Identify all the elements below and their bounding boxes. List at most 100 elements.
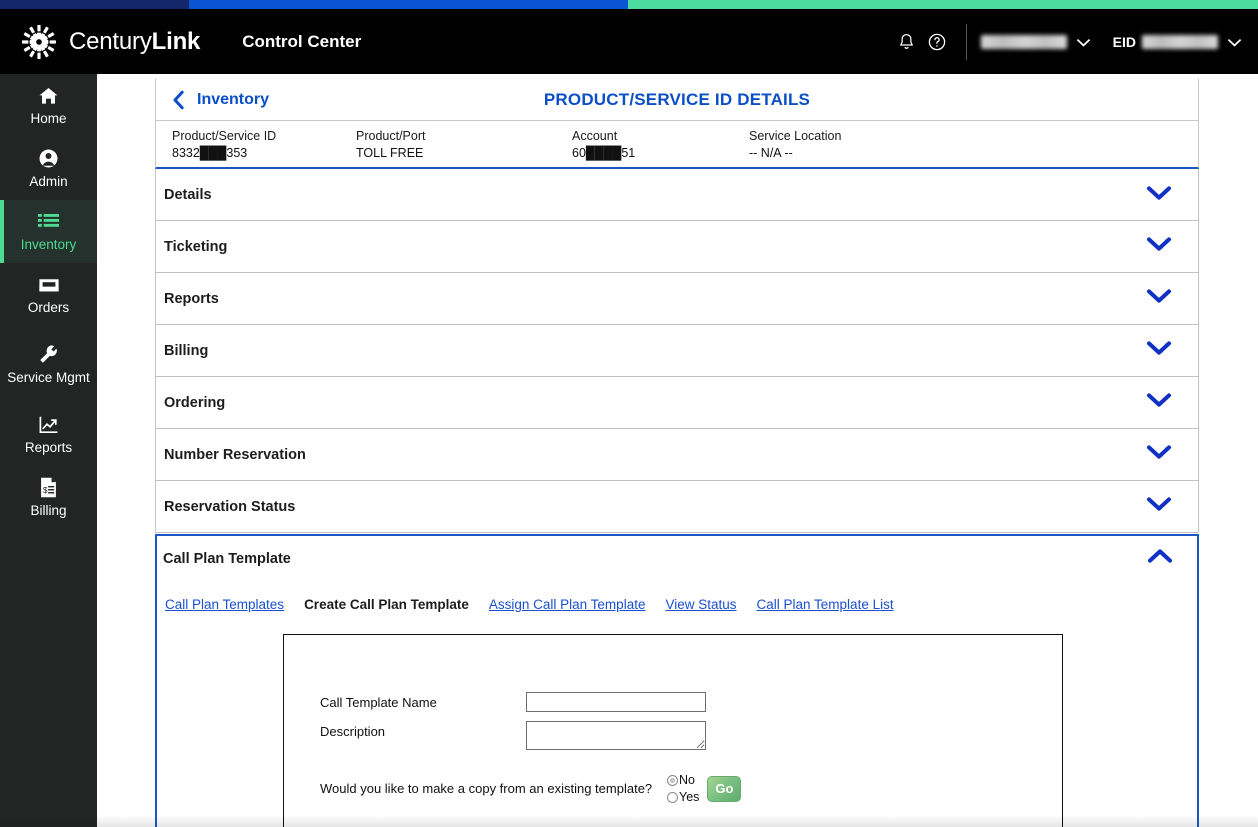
sidebar-item-label: Service Mgmt <box>7 369 90 385</box>
call-plan-template-panel: Call Plan Templates Create Call Plan Tem… <box>155 581 1199 827</box>
sidebar-item-admin[interactable]: Admin <box>0 137 97 200</box>
subnav-call-plan-template-list[interactable]: Call Plan Template List <box>757 597 894 612</box>
list-icon <box>38 211 59 233</box>
breadcrumb: Inventory PRODUCT/SERVICE ID DETAILS <box>155 78 1199 120</box>
accordion-section-call-plan-template[interactable]: Call Plan Template <box>155 534 1199 581</box>
accordion-title: Ticketing <box>164 238 228 255</box>
accordion-title: Ordering <box>164 394 226 411</box>
summary-value: -- N/A -- <box>749 145 793 160</box>
radio-option-no[interactable]: No <box>667 773 699 787</box>
summary-value: 8332███353 <box>172 145 248 160</box>
call-template-name-label: Call Template Name <box>320 695 437 710</box>
sidebar-item-label: Reports <box>24 439 73 455</box>
chart-line-icon <box>38 414 60 436</box>
chevron-down-icon[interactable] <box>1146 496 1172 517</box>
strip-segment-blue <box>189 0 628 9</box>
user-circle-icon <box>38 148 59 170</box>
subnav-create-call-plan-template[interactable]: Create Call Plan Template <box>304 597 469 612</box>
chevron-up-icon[interactable] <box>1147 548 1173 569</box>
chevron-down-icon[interactable] <box>1146 236 1172 257</box>
sidebar-item-billing[interactable]: $ Billing <box>0 466 97 529</box>
user-menu[interactable] <box>980 34 1091 50</box>
radio-no-label: No <box>679 773 695 787</box>
header-divider <box>965 23 967 60</box>
wrench-icon <box>38 344 59 366</box>
strip-segment-navy <box>0 0 189 9</box>
content-right-gutter <box>1199 74 1258 827</box>
create-call-plan-template-form: Call Template Name Description Would you… <box>283 634 1063 827</box>
accordion-title: Call Plan Template <box>163 550 291 567</box>
accordion-section-reports[interactable]: Reports <box>155 273 1199 325</box>
chevron-down-icon <box>1227 34 1242 50</box>
accordion-title: Number Reservation <box>164 446 306 463</box>
left-sidebar: Home Admin Inventory Orders Service Mgmt… <box>0 74 97 827</box>
sidebar-item-reports[interactable]: Reports <box>0 403 97 466</box>
summary-product-service-id: Product/Service ID 8332███353 <box>172 129 356 160</box>
radio-option-yes[interactable]: Yes <box>667 790 699 804</box>
chevron-left-icon <box>172 90 185 110</box>
eid-menu[interactable]: EID <box>1113 34 1242 50</box>
accordion-title: Reservation Status <box>164 498 296 515</box>
chevron-down-icon <box>1076 34 1091 50</box>
chevron-down-icon[interactable] <box>1146 288 1172 309</box>
back-to-inventory-link[interactable]: Inventory <box>172 90 269 110</box>
subnav-assign-call-plan-template[interactable]: Assign Call Plan Template <box>489 597 646 612</box>
subnav-view-status[interactable]: View Status <box>665 597 736 612</box>
summary-label: Service Location <box>749 128 842 143</box>
radio-yes-label: Yes <box>679 790 700 804</box>
eid-value-redacted <box>1142 34 1218 49</box>
radio-no-dot[interactable] <box>667 774 678 786</box>
service-summary-bar: Product/Service ID 8332███353 Product/Po… <box>155 120 1199 169</box>
sidebar-item-label: Admin <box>29 173 68 189</box>
call-plan-subnav: Call Plan Templates Create Call Plan Tem… <box>157 597 1197 612</box>
bell-icon[interactable] <box>892 27 922 57</box>
brand-logo[interactable]: CenturyLink <box>20 23 200 61</box>
app-root: CenturyLink Control Center EID Home Admi… <box>0 0 1258 827</box>
summary-service-location: Service Location -- N/A -- <box>749 129 1009 160</box>
call-template-name-input[interactable] <box>526 692 706 712</box>
back-link-label: Inventory <box>197 90 270 108</box>
sidebar-item-inventory[interactable]: Inventory <box>0 200 97 263</box>
description-input[interactable] <box>526 721 706 750</box>
svg-text:$: $ <box>43 486 48 495</box>
summary-product-port: Product/Port TOLL FREE <box>356 129 572 160</box>
chevron-down-icon[interactable] <box>1146 185 1172 206</box>
main-content: Inventory PRODUCT/SERVICE ID DETAILS Pro… <box>97 74 1258 827</box>
brand-wordmark: CenturyLink <box>69 28 200 56</box>
sidebar-item-home[interactable]: Home <box>0 74 97 137</box>
accordion-section-number-reservation[interactable]: Number Reservation <box>155 429 1199 481</box>
description-label: Description <box>320 724 386 739</box>
sidebar-item-service-mgmt[interactable]: Service Mgmt <box>0 326 97 403</box>
user-name-redacted <box>980 34 1067 49</box>
sidebar-item-orders[interactable]: Orders <box>0 263 97 326</box>
summary-value: 60████51 <box>572 145 636 160</box>
radio-yes-dot[interactable] <box>667 791 678 803</box>
chevron-down-icon[interactable] <box>1146 392 1172 413</box>
sidebar-item-label: Home <box>30 110 67 126</box>
accordion-section-reservation-status[interactable]: Reservation Status <box>155 481 1199 533</box>
brand-color-strip <box>0 0 1258 9</box>
summary-label: Product/Service ID <box>172 128 277 143</box>
centurylink-burst-logo-icon <box>20 23 58 61</box>
strip-segment-green <box>628 0 1258 9</box>
accordion-section-ticketing[interactable]: Ticketing <box>155 221 1199 273</box>
help-circle-icon[interactable] <box>922 27 952 57</box>
chevron-down-icon[interactable] <box>1146 340 1172 361</box>
page-title: PRODUCT/SERVICE ID DETAILS <box>543 89 811 109</box>
brand-wordmark-light: Century <box>69 27 152 55</box>
copy-question-label: Would you like to make a copy from an ex… <box>320 781 653 796</box>
accordion-section-billing[interactable]: Billing <box>155 325 1199 377</box>
subnav-call-plan-templates[interactable]: Call Plan Templates <box>165 597 284 612</box>
summary-label: Product/Port <box>356 128 426 143</box>
sidebar-item-label: Billing <box>30 502 67 518</box>
page-container: Inventory PRODUCT/SERVICE ID DETAILS Pro… <box>155 78 1199 827</box>
go-button[interactable]: Go <box>707 775 742 802</box>
eid-label: EID <box>1112 33 1136 50</box>
accordion-section-details[interactable]: Details <box>155 169 1199 221</box>
accordion-section-ordering[interactable]: Ordering <box>155 377 1199 429</box>
inbox-tray-icon <box>38 274 60 296</box>
chevron-down-icon[interactable] <box>1146 444 1172 465</box>
sidebar-item-label: Orders <box>27 299 70 315</box>
summary-label: Account <box>572 128 618 143</box>
app-title: Control Center <box>242 31 362 51</box>
